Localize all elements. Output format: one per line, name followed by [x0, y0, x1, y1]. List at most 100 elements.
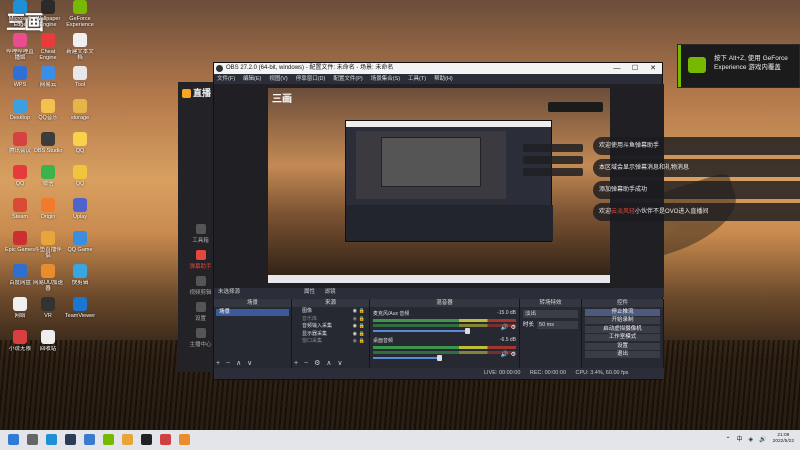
desktop-icon[interactable]: QQ [64, 165, 96, 193]
source-label: 图像 [302, 308, 313, 314]
visibility-icon[interactable]: ◉ [353, 338, 357, 345]
source-item[interactable]: 显示器采集 ◉ 🔒 [294, 331, 367, 338]
taskbar-obs-icon[interactable] [141, 434, 152, 445]
source-settings-button[interactable]: ⚙ [314, 360, 320, 367]
desktop-icon[interactable]: QQ Game [64, 231, 96, 259]
desktop-icon[interactable]: Wallpaper Engine [32, 0, 64, 28]
taskbar-steam-icon[interactable] [65, 434, 76, 445]
duration-input[interactable]: 50 ms [537, 321, 578, 329]
danmaku-toast: 欢迎云淡风轻小伙伴不是OVO进入直播间 [593, 203, 800, 221]
taskbar-store-icon[interactable] [84, 434, 95, 445]
menu-file[interactable]: 文件(F) [217, 74, 235, 84]
lock-icon[interactable]: 🔒 [359, 338, 365, 345]
speaker-icon[interactable]: 🔊 [501, 324, 508, 331]
desktop-icon[interactable]: 网易UU加速器 [32, 264, 64, 292]
source-item[interactable]: 音乐库 ◉ 🔒 [294, 316, 367, 323]
menu-scene-collection[interactable]: 场景集合(S) [371, 74, 400, 84]
desktop-icon[interactable]: 快剪辑 [64, 264, 96, 292]
app-icon [73, 297, 87, 311]
studio-mode-button[interactable]: 工作室模式 [585, 334, 660, 341]
desktop-icon[interactable]: QQ音乐 [32, 99, 64, 127]
stop-streaming-button[interactable]: 停止推流 [585, 308, 660, 316]
ime-indicator[interactable]: 中 [737, 433, 743, 447]
taskbar-notes-icon[interactable] [179, 434, 190, 445]
source-item[interactable]: 图像 ◉ 🔒 [294, 308, 367, 315]
volume-slider[interactable] [373, 355, 442, 361]
taskbar-nvidia-icon[interactable] [103, 434, 114, 445]
add-source-button[interactable]: + [294, 360, 298, 367]
tray-overflow-icon[interactable]: ⌃ [726, 433, 731, 447]
minimize-button[interactable]: — [608, 63, 626, 74]
add-scene-button[interactable]: + [216, 360, 220, 367]
transition-select[interactable]: 淡出 [523, 310, 578, 318]
gear-icon[interactable]: ⚙ [511, 351, 516, 358]
lock-icon[interactable]: 🔒 [359, 316, 365, 323]
desktop-icon[interactable]: Uplay [64, 198, 96, 226]
menu-view[interactable]: 视图(V) [269, 74, 287, 84]
desktop-icon[interactable]: Cheat Engine [32, 33, 64, 61]
menu-edit[interactable]: 编辑(E) [243, 74, 261, 84]
maximize-button[interactable]: ☐ [626, 63, 644, 74]
exit-button[interactable]: 退出 [585, 351, 660, 358]
lock-icon[interactable]: 🔒 [359, 323, 365, 330]
menu-docks[interactable]: 停靠窗口(D) [296, 74, 326, 84]
virtual-camera-button[interactable]: 启动虚拟摄像机 [585, 325, 660, 333]
desktop-icon[interactable]: Tool [64, 66, 96, 94]
move-up-button[interactable]: ∧ [326, 360, 331, 367]
taskbar-start-icon[interactable] [8, 434, 19, 445]
app-icon [41, 33, 55, 47]
taskbar-search-icon[interactable] [27, 434, 38, 445]
app-icon [73, 198, 87, 212]
move-up-button[interactable]: ∧ [236, 360, 241, 367]
desktop-icon[interactable]: 斗鱼直播伴侣 [32, 231, 64, 259]
scene-item[interactable]: 场景 [216, 309, 289, 316]
desktop-icon[interactable]: TeamViewer [64, 297, 96, 325]
remove-source-button[interactable]: − [304, 360, 308, 367]
move-down-button[interactable]: ∨ [247, 360, 252, 367]
properties-button[interactable]: 属性 [304, 289, 315, 295]
menu-help[interactable]: 帮助(H) [434, 74, 453, 84]
move-down-button[interactable]: ∨ [337, 360, 342, 367]
desktop-icon[interactable]: 网易云 [32, 66, 64, 94]
volume-slider[interactable] [373, 328, 470, 334]
network-icon[interactable]: ◈ [749, 433, 754, 447]
menu-profile[interactable]: 配置文件(P) [333, 74, 362, 84]
obs-statusbar: LIVE: 00:00:00 REC: 00:00:00 CPU: 3.4%, … [214, 368, 664, 379]
taskbar-camera-icon[interactable] [160, 434, 171, 445]
menu-tools[interactable]: 工具(T) [408, 74, 426, 84]
visibility-icon[interactable]: ◉ [353, 308, 357, 315]
source-item[interactable]: 音频输入采集 ◉ 🔒 [294, 323, 367, 330]
desktop-icon[interactable]: GeForce Experience [64, 0, 96, 28]
desktop-icon[interactable]: storage [64, 99, 96, 127]
clock[interactable]: 21:08 2022/5/22 [773, 433, 794, 447]
gear-icon[interactable]: ⚙ [511, 324, 516, 331]
desktop-icon[interactable]: QQ [64, 132, 96, 160]
desktop-icon[interactable]: 微信 [32, 165, 64, 193]
taskbar-douyu-icon[interactable] [122, 434, 133, 445]
visibility-icon[interactable]: ◉ [353, 331, 357, 338]
desktop-icon[interactable]: 新建文本文档 [64, 33, 96, 61]
no-source-label: 未选择源 [218, 289, 241, 295]
visibility-icon[interactable]: ◉ [353, 316, 357, 323]
desktop-icon[interactable]: 回收站 [32, 330, 64, 358]
start-recording-button[interactable]: 开始录制 [585, 317, 660, 324]
slider-handle[interactable] [437, 355, 442, 361]
speaker-icon[interactable]: 🔊 [501, 351, 508, 358]
close-button[interactable]: ✕ [644, 63, 662, 74]
desktop-icon[interactable]: VR [32, 297, 64, 325]
source-item[interactable]: 窗口采集 ◉ 🔒 [294, 338, 367, 345]
lock-icon[interactable]: 🔒 [359, 308, 365, 315]
taskbar-edge-icon[interactable] [46, 434, 57, 445]
volume-icon[interactable]: 🔊 [759, 433, 766, 447]
desktop-icon[interactable]: OBS Studio [32, 132, 64, 160]
obs-titlebar[interactable]: OBS 27.2.0 (64-bit, windows) - 配置文件: 未命名… [214, 63, 662, 74]
app-icon [13, 132, 27, 146]
remove-scene-button[interactable]: − [226, 360, 230, 367]
source-label: 显示器采集 [302, 330, 328, 337]
filters-button[interactable]: 滤镜 [325, 289, 336, 295]
desktop-icon[interactable]: Origin [32, 198, 64, 226]
settings-button[interactable]: 设置 [585, 342, 660, 350]
slider-handle[interactable] [465, 328, 470, 334]
lock-icon[interactable]: 🔒 [359, 331, 365, 338]
visibility-icon[interactable]: ◉ [353, 323, 357, 330]
